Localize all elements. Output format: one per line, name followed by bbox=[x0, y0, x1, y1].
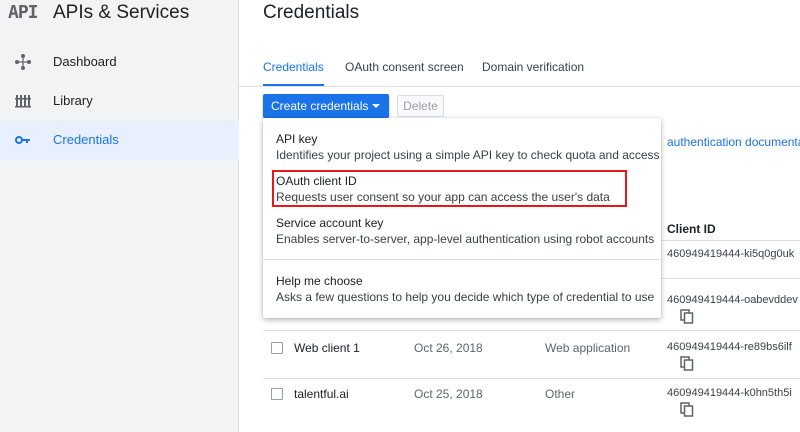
menu-item-service-account-key[interactable]: Service account key Enables server-to-se… bbox=[263, 212, 661, 256]
library-icon bbox=[15, 95, 31, 108]
client-id-cell: 460949419444-ki5q0g0uk bbox=[667, 248, 795, 260]
product-title[interactable]: APIs & Services bbox=[53, 2, 189, 24]
table-divider bbox=[263, 378, 800, 379]
tabs-divider bbox=[239, 86, 800, 87]
highlight-box bbox=[272, 170, 627, 207]
tab-credentials[interactable]: Credentials bbox=[263, 60, 324, 86]
key-icon bbox=[15, 136, 30, 144]
sidebar-item-credentials[interactable]: Credentials bbox=[0, 121, 239, 160]
column-header-client-id[interactable]: Client ID bbox=[667, 222, 716, 236]
row-checkbox[interactable] bbox=[271, 388, 283, 400]
menu-item-description: Enables server-to-server, app-level auth… bbox=[276, 232, 655, 246]
menu-item-title: Service account key bbox=[276, 216, 384, 230]
copy-icon[interactable] bbox=[680, 309, 694, 324]
tab-domain-verification[interactable]: Domain verification bbox=[482, 60, 584, 86]
tab-oauth-consent-screen[interactable]: OAuth consent screen bbox=[345, 60, 464, 86]
api-logo[interactable]: API bbox=[8, 2, 38, 23]
sidebar: API APIs & Services Dashboard Library Cr… bbox=[0, 0, 239, 432]
row-type: Web application bbox=[545, 341, 631, 355]
page-title: Credentials bbox=[263, 2, 360, 23]
sidebar-item-label: Credentials bbox=[53, 132, 119, 147]
table-divider bbox=[263, 330, 800, 331]
authentication-docs-link[interactable]: authentication documenta bbox=[667, 135, 800, 149]
row-date: Oct 26, 2018 bbox=[414, 341, 483, 355]
row-name[interactable]: Web client 1 bbox=[294, 341, 360, 355]
sidebar-item-library[interactable]: Library bbox=[0, 82, 239, 121]
copy-icon[interactable] bbox=[680, 402, 694, 417]
row-checkbox[interactable] bbox=[271, 342, 283, 354]
row-name[interactable]: talentful.ai bbox=[294, 387, 349, 401]
client-id-cell: 460949419444-k0hn5th5i bbox=[667, 387, 792, 399]
sidebar-item-label: Dashboard bbox=[53, 54, 117, 69]
sidebar-item-label: Library bbox=[53, 93, 93, 108]
menu-item-description: Asks a few questions to help you decide … bbox=[276, 290, 655, 304]
menu-item-help-me-choose[interactable]: Help me choose Asks a few questions to h… bbox=[263, 266, 661, 310]
client-id-cell: 460949419444-re89bs6ilf bbox=[667, 341, 792, 353]
sidebar-header: API APIs & Services bbox=[0, 0, 239, 36]
caret-down-icon bbox=[372, 104, 380, 108]
create-credentials-button[interactable]: Create credentials bbox=[263, 94, 389, 118]
sidebar-item-dashboard[interactable]: Dashboard bbox=[0, 43, 239, 82]
delete-button[interactable]: Delete bbox=[397, 95, 444, 117]
create-credentials-menu: API key Identifies your project using a … bbox=[263, 118, 661, 318]
row-type: Other bbox=[545, 387, 576, 401]
create-credentials-label: Create credentials bbox=[271, 99, 369, 113]
menu-item-description: Identifies your project using a simple A… bbox=[276, 148, 660, 162]
menu-item-title: API key bbox=[276, 132, 318, 146]
dashboard-icon bbox=[15, 54, 31, 70]
copy-icon[interactable] bbox=[680, 356, 694, 371]
menu-item-api-key[interactable]: API key Identifies your project using a … bbox=[263, 124, 661, 170]
client-id-cell: 460949419444-oabevddev bbox=[667, 294, 798, 306]
row-date: Oct 25, 2018 bbox=[414, 387, 483, 401]
menu-item-title: Help me choose bbox=[276, 274, 363, 288]
menu-divider bbox=[263, 259, 661, 260]
